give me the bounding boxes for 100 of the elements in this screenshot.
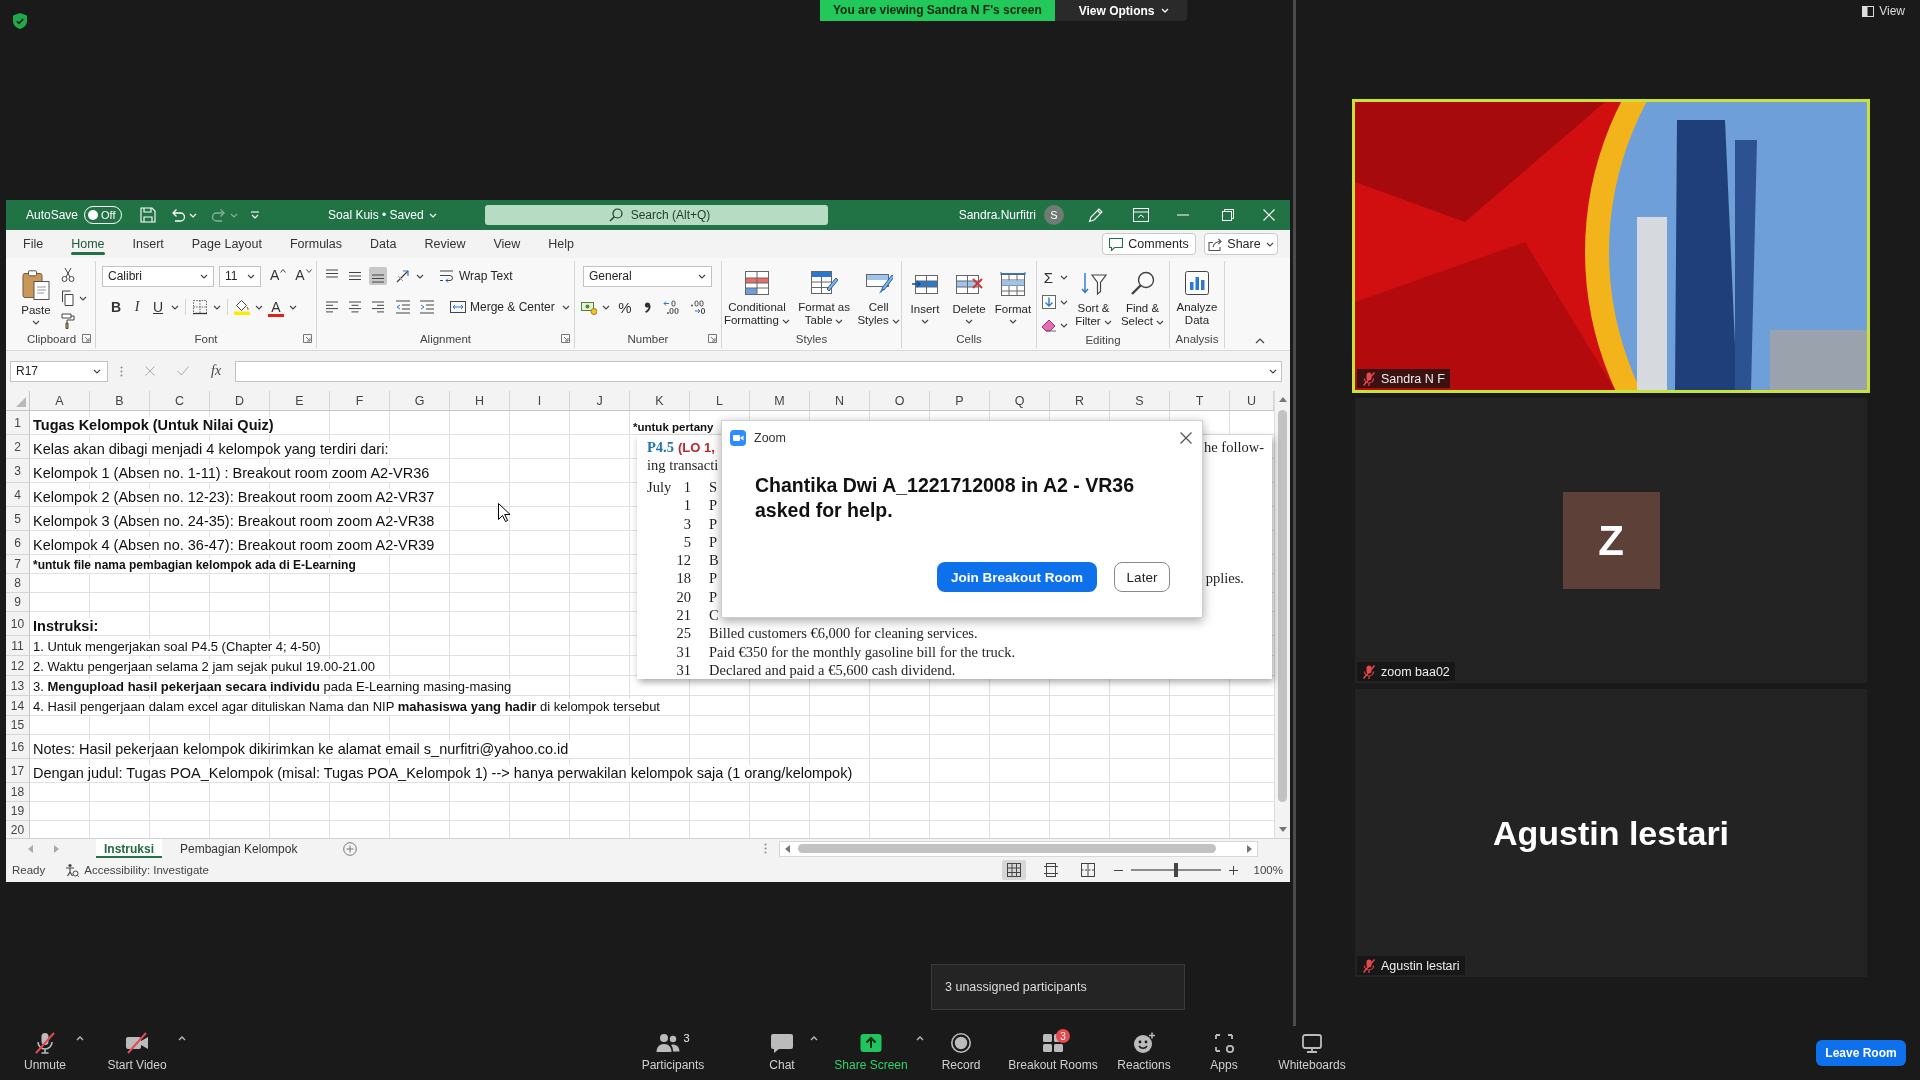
- row-header[interactable]: 15: [6, 716, 30, 735]
- apps-button[interactable]: Apps: [1202, 1032, 1246, 1072]
- align-center-icon[interactable]: [346, 298, 364, 316]
- autosum-button[interactable]: Σ: [1040, 267, 1057, 287]
- unmute-button[interactable]: Unmute: [20, 1032, 70, 1072]
- caret-icon[interactable]: [416, 273, 424, 279]
- comments-button[interactable]: Comments: [1102, 233, 1196, 255]
- share-button[interactable]: Share: [1204, 233, 1278, 255]
- number-format-box[interactable]: General: [583, 265, 712, 287]
- scissors-icon[interactable]: [60, 267, 76, 283]
- banknote-icon[interactable]: [581, 299, 597, 315]
- horizontal-scrollbar[interactable]: [779, 840, 1259, 857]
- row-header[interactable]: 12: [6, 656, 30, 676]
- column-header[interactable]: R: [1050, 391, 1110, 410]
- column-header[interactable]: Q: [990, 391, 1050, 410]
- sort-filter-button[interactable]: Sort & Filter: [1071, 262, 1116, 333]
- whiteboards-button[interactable]: Whiteboards: [1274, 1032, 1350, 1072]
- scroll-thumb[interactable]: [1278, 410, 1287, 802]
- eraser-icon[interactable]: [1040, 317, 1057, 333]
- paste-button[interactable]: Paste: [16, 262, 56, 331]
- underline-button[interactable]: U: [150, 297, 166, 317]
- vertical-scrollbar[interactable]: [1274, 391, 1290, 838]
- caret-icon[interactable]: [1059, 322, 1068, 328]
- document-title[interactable]: Soal Kuis • Saved: [328, 208, 437, 222]
- accessibility-button[interactable]: Accessibility: Investigate: [65, 863, 209, 877]
- undo-icon[interactable]: [170, 208, 187, 222]
- view-button[interactable]: View: [1862, 4, 1905, 18]
- row-header[interactable]: 13: [6, 676, 30, 696]
- delete-cells-button[interactable]: Delete: [949, 262, 989, 331]
- caret-up-icon[interactable]: [810, 1036, 818, 1041]
- caret-icon[interactable]: [171, 304, 179, 310]
- column-header[interactable]: B: [90, 391, 150, 410]
- reactions-button[interactable]: Reactions: [1114, 1032, 1174, 1072]
- percent-button[interactable]: %: [617, 297, 633, 317]
- column-header[interactable]: T: [1170, 391, 1230, 410]
- zoom-in-icon[interactable]: [1228, 865, 1238, 875]
- column-header[interactable]: F: [330, 391, 390, 410]
- decrease-decimal-icon[interactable]: [688, 299, 706, 315]
- font-size-box[interactable]: 11: [219, 265, 261, 287]
- chat-button[interactable]: Chat: [760, 1032, 804, 1072]
- user-avatar[interactable]: S: [1044, 205, 1064, 225]
- dialog-launcher-icon[interactable]: [303, 334, 312, 343]
- caret-icon[interactable]: [561, 304, 570, 310]
- zoom-percentage[interactable]: 100%: [1253, 864, 1283, 876]
- pen-icon[interactable]: [1088, 207, 1104, 223]
- save-icon[interactable]: [140, 207, 157, 223]
- row-header[interactable]: 19: [6, 802, 30, 821]
- normal-view-icon[interactable]: [1001, 860, 1026, 880]
- scroll-right-icon[interactable]: [1247, 844, 1253, 853]
- sheet-tab[interactable]: Instruksi: [96, 839, 162, 858]
- increase-decimal-icon[interactable]: [663, 299, 681, 315]
- column-header[interactable]: L: [690, 391, 750, 410]
- row-header[interactable]: 17: [6, 759, 30, 783]
- bold-button[interactable]: B: [108, 297, 124, 317]
- ribbon-tab[interactable]: Home: [57, 232, 119, 256]
- expand-icon[interactable]: [1269, 368, 1277, 374]
- grow-font-button[interactable]: A: [270, 266, 287, 286]
- insert-cells-button[interactable]: Insert: [905, 262, 945, 331]
- close-icon[interactable]: [1180, 432, 1192, 444]
- column-header[interactable]: K: [630, 391, 690, 410]
- column-header[interactable]: I: [510, 391, 570, 410]
- ribbon-tab[interactable]: Review: [410, 232, 480, 256]
- later-button[interactable]: Later: [1114, 562, 1170, 592]
- breakout-rooms-button[interactable]: 3 Breakout Rooms: [1006, 1032, 1100, 1072]
- analyze-data-button[interactable]: Analyze Data: [1172, 262, 1222, 331]
- format-cells-button[interactable]: Format: [993, 262, 1033, 331]
- dialog-launcher-icon[interactable]: [708, 334, 717, 343]
- ribbon-tab[interactable]: Data: [356, 232, 411, 256]
- add-sheet-icon[interactable]: [343, 841, 358, 856]
- row-header[interactable]: 11: [6, 636, 30, 656]
- row-header[interactable]: 7: [6, 555, 30, 574]
- conditional-formatting-button[interactable]: Conditional Formatting: [722, 262, 792, 331]
- column-header[interactable]: S: [1110, 391, 1170, 410]
- dialog-launcher-icon[interactable]: [82, 334, 91, 343]
- row-header[interactable]: 14: [6, 696, 30, 716]
- ribbon-display-icon[interactable]: [1133, 208, 1149, 222]
- column-header[interactable]: J: [570, 391, 630, 410]
- row-header[interactable]: 18: [6, 783, 30, 802]
- name-box[interactable]: R17: [10, 360, 108, 382]
- caret-icon[interactable]: [289, 304, 297, 310]
- join-breakout-room-button[interactable]: Join Breakout Room: [937, 562, 1097, 592]
- shield-icon[interactable]: [13, 13, 27, 29]
- customize-icon[interactable]: [250, 210, 261, 220]
- column-header[interactable]: A: [30, 391, 90, 410]
- merge-center-button[interactable]: Merge & Center: [450, 299, 555, 315]
- column-header[interactable]: P: [930, 391, 990, 410]
- row-header[interactable]: 4: [6, 483, 30, 507]
- view-options-button[interactable]: View Options: [1054, 0, 1187, 21]
- row-header[interactable]: 2: [6, 435, 30, 459]
- row-header[interactable]: 20: [6, 821, 30, 838]
- column-header[interactable]: M: [750, 391, 810, 410]
- row-header[interactable]: 6: [6, 531, 30, 555]
- column-header[interactable]: D: [210, 391, 270, 410]
- row-header[interactable]: 10: [6, 612, 30, 636]
- slider-thumb[interactable]: [1173, 863, 1178, 877]
- grip-icon[interactable]: [120, 365, 123, 377]
- search-field[interactable]: Search (Alt+Q): [484, 205, 828, 225]
- dialog-launcher-icon[interactable]: [561, 334, 570, 343]
- align-bottom-icon[interactable]: [369, 267, 387, 285]
- paintbrush-icon[interactable]: [60, 313, 76, 329]
